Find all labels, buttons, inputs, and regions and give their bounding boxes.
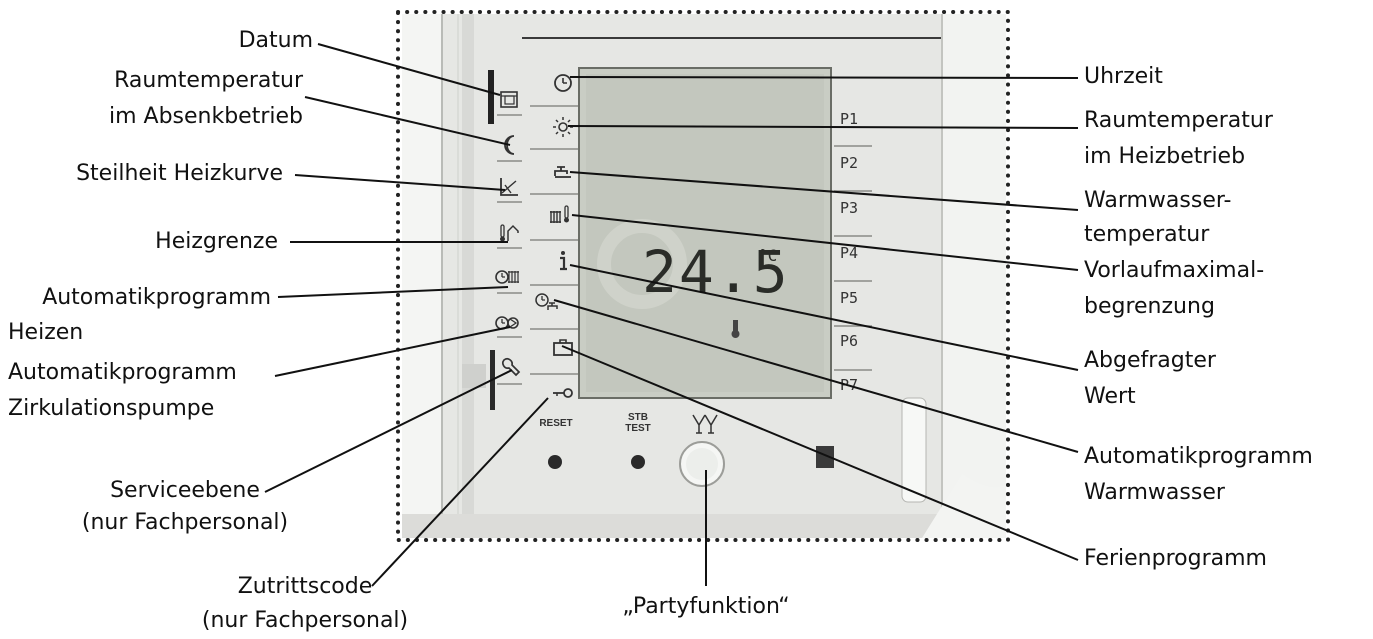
label-auto-ww-1: Automatikprogramm xyxy=(1084,444,1313,469)
leader-vorlauf xyxy=(571,214,1079,271)
label-steilheit: Steilheit Heizkurve xyxy=(76,161,283,186)
label-auto-heizen-1: Automatikprogramm xyxy=(42,285,271,310)
leader-raumtemp-absenk xyxy=(304,96,511,146)
label-ferien: Ferienprogramm xyxy=(1084,546,1267,571)
label-warmwasser-2: temperatur xyxy=(1084,222,1210,247)
label-party: „Partyfunktion“ xyxy=(622,594,790,619)
label-auto-ww-2: Warmwasser xyxy=(1084,480,1225,505)
label-heizgrenze: Heizgrenze xyxy=(155,229,278,254)
leader-abgefragt xyxy=(569,264,1079,371)
label-vorlauf-2: begrenzung xyxy=(1084,294,1215,319)
diagram: 24.5 °C P1 P2 P3 P4 P5 P6 P7 RESET STB T… xyxy=(0,0,1373,639)
label-uhrzeit: Uhrzeit xyxy=(1084,64,1163,89)
label-auto-zirk-1: Automatikprogramm xyxy=(8,360,237,385)
label-raumtemp-heiz-2: im Heizbetrieb xyxy=(1084,144,1246,169)
label-vorlauf-1: Vorlaufmaximal- xyxy=(1084,258,1265,283)
label-raumtemp-absenk-1: Raumtemperatur xyxy=(114,68,303,93)
label-auto-zirk-2: Zirkulationspumpe xyxy=(8,396,215,421)
leader-auto-heizen xyxy=(277,286,509,298)
label-warmwasser-1: Warmwasser- xyxy=(1084,188,1232,213)
leader-warmwasser xyxy=(569,171,1079,211)
label-zutritt-2: (nur Fachpersonal) xyxy=(201,608,409,633)
label-auto-heizen-2: Heizen xyxy=(8,320,84,345)
label-raumtemp-absenk-2: im Absenkbetrieb xyxy=(108,104,303,129)
leader-service xyxy=(264,369,513,493)
leader-raumtemp-heiz xyxy=(567,125,1079,129)
leader-datum xyxy=(317,43,501,96)
label-service-1: Serviceebene xyxy=(110,478,260,503)
leader-uhrzeit xyxy=(569,76,1079,79)
label-raumtemp-heiz-1: Raumtemperatur xyxy=(1084,108,1273,133)
label-service-2: (nur Fachpersonal) xyxy=(81,510,289,535)
leader-auto-zirk xyxy=(274,326,511,377)
leader-steilheit xyxy=(294,174,506,191)
label-abgefragt-2: Wert xyxy=(1084,384,1136,409)
label-datum: Datum xyxy=(238,28,313,53)
label-zutritt-1: Zutrittscode xyxy=(237,574,373,599)
label-abgefragt-1: Abgefragter xyxy=(1084,348,1216,373)
